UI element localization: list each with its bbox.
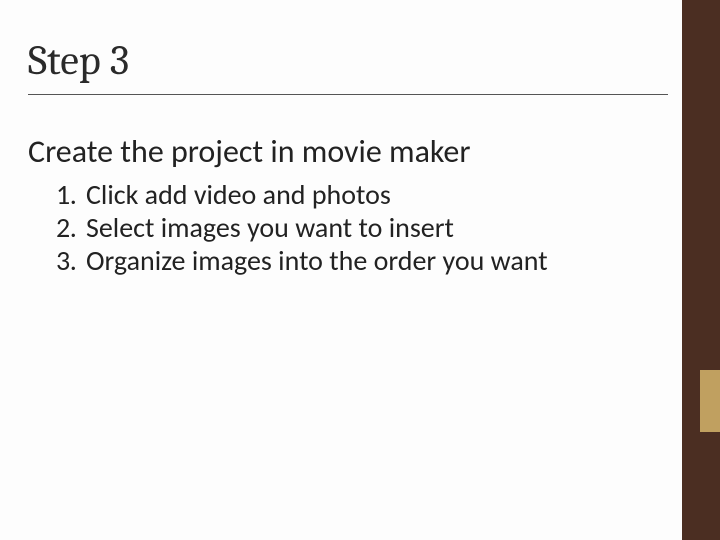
- step-number: 2.: [56, 211, 86, 244]
- step-text: Organize images into the order you want: [86, 244, 616, 277]
- step-number: 3.: [56, 244, 86, 277]
- right-sidebar: [682, 0, 720, 540]
- step-list: 1. Click add video and photos 2. Select …: [56, 178, 616, 277]
- slide-title: Step 3: [28, 36, 129, 85]
- list-item: 2. Select images you want to insert: [56, 211, 616, 244]
- step-text: Click add video and photos: [86, 178, 616, 211]
- step-number: 1.: [56, 178, 86, 211]
- sidebar-accent-block: [700, 370, 720, 432]
- list-item: 3. Organize images into the order you wa…: [56, 244, 616, 277]
- list-item: 1. Click add video and photos: [56, 178, 616, 211]
- step-text: Select images you want to insert: [86, 211, 616, 244]
- title-underline: [28, 94, 668, 95]
- slide-subtitle: Create the project in movie maker: [28, 132, 470, 171]
